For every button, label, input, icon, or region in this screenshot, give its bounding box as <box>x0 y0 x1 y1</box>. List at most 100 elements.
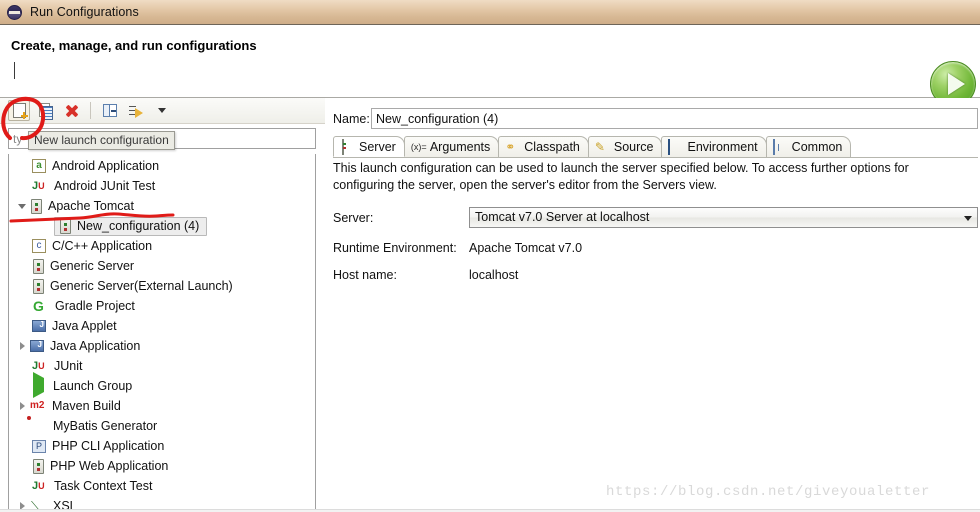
tab-label: Common <box>791 140 843 154</box>
tree-item-label: Generic Server <box>50 259 135 273</box>
tree-item-label: JUnit <box>54 359 83 373</box>
tab-server[interactable]: Server <box>333 136 405 157</box>
tree-item-label: New_configuration (4) <box>77 219 200 233</box>
server-icon <box>33 258 44 274</box>
new-launch-configuration-tooltip: New launch configuration <box>28 131 175 150</box>
window-title: Run Configurations <box>30 5 139 19</box>
tree-item-apache-tomcat[interactable]: Apache Tomcat <box>9 196 315 216</box>
runtime-environment-row: Runtime Environment: Apache Tomcat v7.0 <box>333 241 978 255</box>
tree-item-label: Maven Build <box>52 399 121 413</box>
tree-toolbar <box>0 98 325 124</box>
tree-item-maven-build[interactable]: m2 Maven Build <box>9 396 315 416</box>
tree-item-generic-server-external-launch[interactable]: Generic Server(External Launch) <box>9 276 315 296</box>
new-document-icon <box>12 103 28 119</box>
dialog-body: ty New launch configuration a Android Ap… <box>0 98 980 512</box>
host-name-row: Host name: localhost <box>333 268 978 282</box>
tree-item-label: Apache Tomcat <box>48 199 134 213</box>
tree-item-label: PHP CLI Application <box>52 439 165 453</box>
gradle-icon: G <box>33 298 44 314</box>
runtime-environment-label: Runtime Environment: <box>333 241 457 255</box>
java-application-icon <box>30 340 44 352</box>
tree-item-launch-group[interactable]: Launch Group <box>9 372 315 398</box>
tree-item-label: Launch Group <box>53 379 133 393</box>
maven-icon: m2 <box>30 400 45 411</box>
tree-item-android-application[interactable]: a Android Application <box>9 156 315 176</box>
tab-classpath[interactable]: ⚭ Classpath <box>498 136 589 157</box>
name-row: Name: <box>333 108 978 129</box>
server-field-row: Server: Tomcat v7.0 Server at localhost <box>333 207 978 228</box>
dialog-header: Create, manage, and run configurations <box>0 25 980 107</box>
server-select[interactable]: Tomcat v7.0 Server at localhost <box>469 207 978 228</box>
tree-item-c-cpp-application[interactable]: c C/C++ Application <box>9 236 315 256</box>
junit-android-icon: JU <box>32 180 45 192</box>
tab-label: Classpath <box>524 140 580 154</box>
mybatis-icon <box>31 418 47 434</box>
collapse-all-button[interactable] <box>99 100 121 121</box>
server-icon <box>60 218 71 234</box>
run-configurations-dialog: Run Configurations Create, manage, and r… <box>0 0 980 512</box>
server-icon <box>31 198 42 214</box>
junit-task-icon: JU <box>32 480 45 492</box>
tree-item-label: Generic Server(External Launch) <box>50 279 233 293</box>
tree-item-java-application[interactable]: Java Application <box>9 336 315 356</box>
duplicate-button[interactable] <box>34 100 56 121</box>
launch-group-icon <box>31 372 47 398</box>
tree-item-task-context-test[interactable]: JU Task Context Test <box>9 476 315 496</box>
server-icon <box>33 278 44 294</box>
play-triangle-icon <box>947 73 965 95</box>
duplicate-icon <box>38 103 53 120</box>
collapse-all-icon <box>103 104 117 117</box>
classpath-icon: ⚭ <box>505 140 516 154</box>
window-titlebar: Run Configurations <box>0 0 980 25</box>
twisty-open-icon[interactable] <box>15 204 29 209</box>
page-title: Create, manage, and run configurations <box>11 38 257 53</box>
server-description: This launch configuration can be used to… <box>333 161 909 192</box>
tree-item-label: Android JUnit Test <box>54 179 156 193</box>
tab-arguments[interactable]: (x)= Arguments <box>403 136 500 157</box>
twisty-closed-icon[interactable] <box>15 342 29 350</box>
tree-item-label: C/C++ Application <box>52 239 153 253</box>
tab-common[interactable]: Common <box>765 136 852 157</box>
name-label: Name: <box>333 111 370 126</box>
tree-item-new-configuration-4[interactable]: New_configuration (4) <box>9 216 315 236</box>
tab-label: Server <box>359 139 396 154</box>
eclipse-circle-icon <box>7 4 22 20</box>
runtime-environment-value: Apache Tomcat v7.0 <box>469 241 583 255</box>
tree-item-xsl[interactable]: ⟍ XSL <box>9 496 315 509</box>
details-tab-bar: Server (x)= Arguments ⚭ Classpath ✎ Sour… <box>333 136 978 158</box>
tree-item-mybatis-generator[interactable]: MyBatis Generator <box>9 416 315 436</box>
filter-button[interactable] <box>125 100 147 121</box>
filter-dropdown-button[interactable] <box>151 100 173 121</box>
tree-item-php-web-application[interactable]: PHP Web Application <box>9 456 315 476</box>
tree-item-gradle-project[interactable]: G Gradle Project <box>9 296 315 316</box>
chevron-down-icon <box>964 216 972 221</box>
php-cli-icon: P <box>32 439 46 453</box>
delete-button[interactable] <box>60 100 82 121</box>
twisty-closed-icon[interactable] <box>15 402 29 410</box>
name-input[interactable] <box>371 108 978 129</box>
host-name-value: localhost <box>469 268 519 282</box>
launch-configuration-tree-pane: ty New launch configuration a Android Ap… <box>0 98 325 512</box>
watermark-text: https://blog.csdn.net/giveyoualetter <box>606 484 931 500</box>
filter-icon <box>128 104 144 118</box>
tree-item-junit[interactable]: JU JUnit <box>9 356 315 376</box>
server-icon <box>342 138 344 155</box>
tree-items-container: a Android Application JU Android JUnit T… <box>9 154 315 509</box>
text-caret <box>14 62 15 79</box>
server-selected-value: Tomcat v7.0 Server at localhost <box>475 210 650 224</box>
android-icon: a <box>32 159 46 173</box>
tree-item-android-junit-test[interactable]: JU Android JUnit Test <box>9 176 315 196</box>
tree-item-label: PHP Web Application <box>50 459 169 473</box>
new-launch-configuration-button[interactable] <box>8 100 30 121</box>
tree-item-java-applet[interactable]: Java Applet <box>9 316 315 336</box>
tab-environment[interactable]: Environment <box>661 136 767 157</box>
tab-label: Source <box>613 140 654 154</box>
tree-item-php-cli-application[interactable]: P PHP CLI Application <box>9 436 315 456</box>
tree-item-generic-server[interactable]: Generic Server <box>9 256 315 276</box>
configuration-details-pane: Name: Server (x)= Arguments ⚭ Classpath … <box>330 98 980 512</box>
tab-source[interactable]: ✎ Source <box>587 136 663 157</box>
tree-item-label: Gradle Project <box>55 299 135 313</box>
tree-item-label: Java Application <box>50 339 141 353</box>
tree-item-label: Android Application <box>52 159 160 173</box>
configuration-type-tree[interactable]: a Android Application JU Android JUnit T… <box>8 154 316 510</box>
